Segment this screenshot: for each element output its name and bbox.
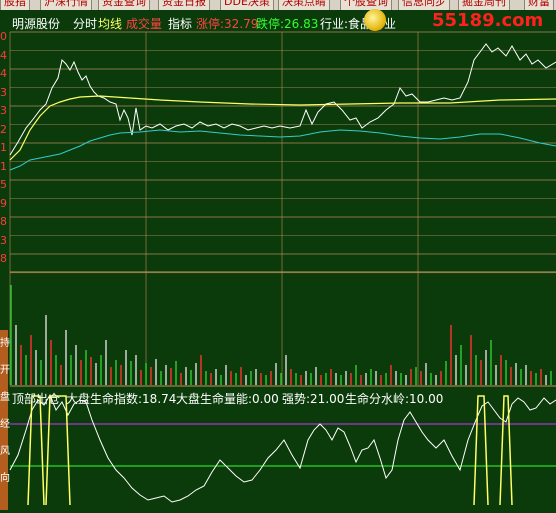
indicator-name: 顶部出仓 (12, 392, 61, 406)
side-tab[interactable]: 盘 (0, 388, 10, 403)
side-tabs: 持开盘经风向 (0, 330, 10, 510)
signal-spike (27, 395, 45, 506)
side-tab[interactable]: 向 (0, 469, 10, 484)
price-line (9, 43, 556, 156)
indicator-energy: 大盘生命量能:0.00 (176, 392, 279, 406)
signal-spike (473, 395, 489, 506)
signal-spike (499, 395, 513, 506)
indicator-water: 生命分水岭:10.00 (345, 392, 444, 406)
side-tab[interactable]: 风 (0, 442, 10, 457)
signal-spike (45, 395, 71, 506)
ma-line (9, 129, 556, 171)
side-tab[interactable]: 持 (0, 334, 10, 349)
side-tab[interactable]: 开 (0, 361, 10, 376)
side-tab[interactable]: 经 (0, 415, 10, 430)
intraday-chart (9, 31, 556, 506)
indicator-strength: 强势:21.00 (282, 392, 345, 406)
indicator-index: 大盘生命指数:18.74 (66, 392, 177, 406)
